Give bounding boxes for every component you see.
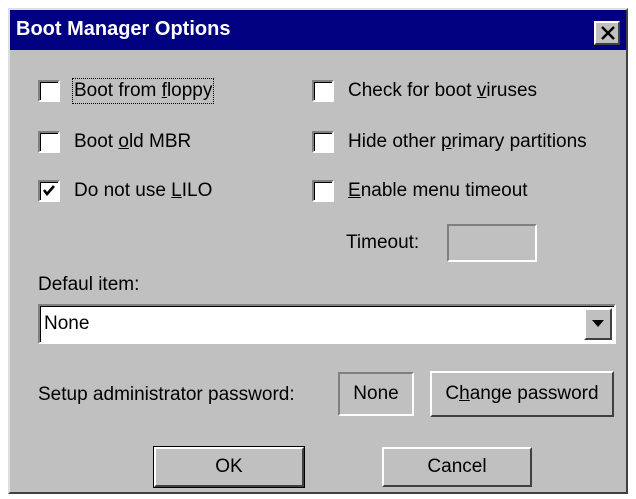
checkmark-icon <box>42 185 55 197</box>
do-not-use-lilo-label: Do not use LILO <box>74 180 213 201</box>
check-boot-viruses-checkbox[interactable]: Check for boot viruses <box>312 80 537 102</box>
ok-label: OK <box>215 456 243 477</box>
checkbox-box[interactable] <box>38 80 60 102</box>
enable-menu-timeout-checkbox[interactable]: Enable menu timeout <box>312 180 528 202</box>
checkbox-box[interactable] <box>312 180 334 202</box>
change-password-button[interactable]: Change password <box>430 371 614 417</box>
close-x-icon <box>601 26 615 40</box>
default-item-value: None <box>44 313 90 334</box>
cancel-label: Cancel <box>427 456 487 477</box>
hide-primary-partitions-label: Hide other primary partitions <box>348 131 587 152</box>
default-item-label: Defaul item: <box>38 274 140 295</box>
boot-manager-options-dialog: Boot Manager Options Boot from floppy Bo… <box>8 8 628 494</box>
hide-primary-partitions-checkbox[interactable]: Hide other primary partitions <box>312 131 587 153</box>
boot-old-mbr-label: Boot old MBR <box>74 131 192 152</box>
dropdown-button[interactable] <box>584 308 612 340</box>
checkbox-box[interactable] <box>38 180 60 202</box>
boot-old-mbr-checkbox[interactable]: Boot old MBR <box>38 131 191 153</box>
cancel-button[interactable]: Cancel <box>382 447 532 487</box>
boot-from-floppy-label: Boot from floppy <box>71 78 215 104</box>
checkbox-box[interactable] <box>312 131 334 153</box>
ok-button[interactable]: OK <box>153 446 305 488</box>
timeout-input[interactable] <box>447 224 537 262</box>
default-item-select[interactable]: None <box>38 304 616 344</box>
do-not-use-lilo-checkbox[interactable]: Do not use LILO <box>38 180 212 202</box>
checkbox-box[interactable] <box>312 80 334 102</box>
password-status-value: None <box>353 383 399 404</box>
change-password-label: Change password <box>445 383 599 404</box>
check-boot-viruses-label: Check for boot viruses <box>348 80 538 101</box>
boot-from-floppy-checkbox[interactable]: Boot from floppy <box>38 78 215 104</box>
close-button[interactable] <box>594 21 620 45</box>
checkbox-box[interactable] <box>38 131 60 153</box>
timeout-label: Timeout: <box>346 232 420 253</box>
chevron-down-icon <box>592 320 604 327</box>
password-status-field: None <box>338 372 414 416</box>
password-label: Setup administrator password: <box>38 384 295 405</box>
dialog-title: Boot Manager Options <box>16 18 231 40</box>
title-bar[interactable]: Boot Manager Options <box>10 10 626 50</box>
enable-menu-timeout-label: Enable menu timeout <box>348 180 528 201</box>
